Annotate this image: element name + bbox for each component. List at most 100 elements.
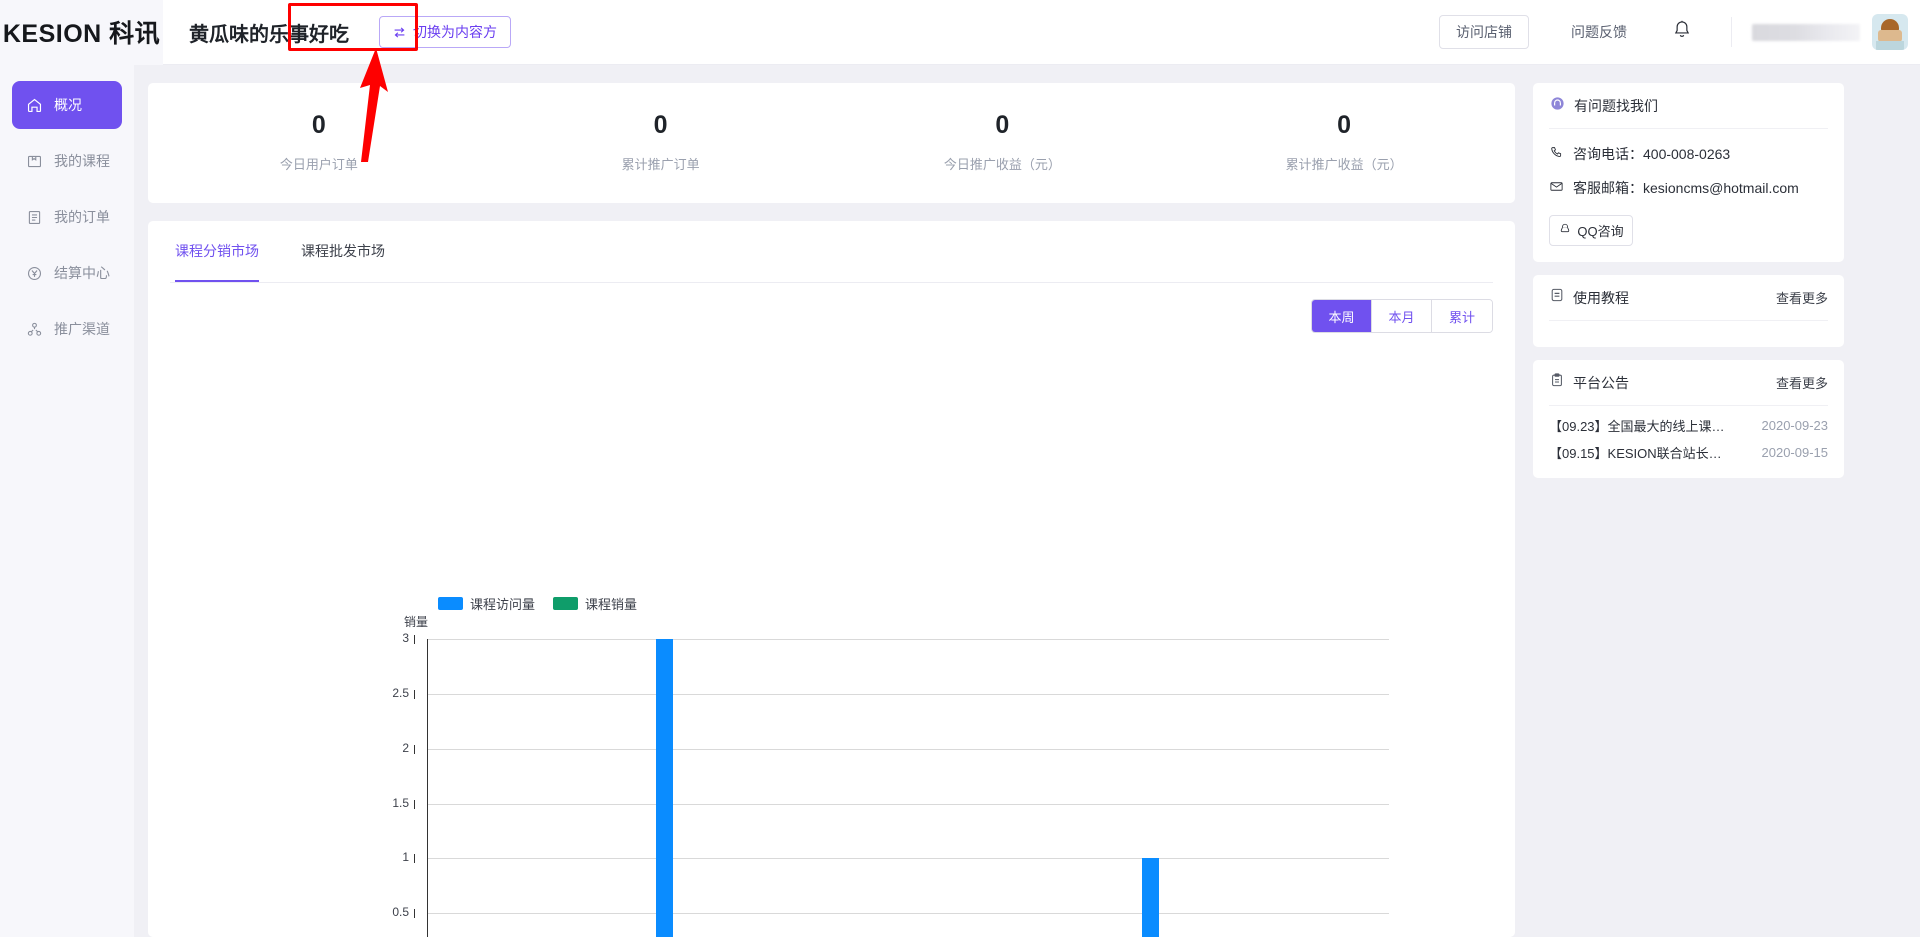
logo[interactable]: KESION 科讯 [0, 0, 163, 65]
qq-consult-button[interactable]: QQ咨询 [1549, 215, 1633, 246]
header-divider [1731, 17, 1732, 47]
notice-list: 【09.23】全国最大的线上课程... 2020-09-23 【09.15】KE… [1549, 406, 1828, 478]
sidebar-label-my-courses: 我的课程 [54, 151, 110, 171]
range-total[interactable]: 累计 [1432, 300, 1492, 332]
stat-total-promo-orders: 0 累计推广订单 [490, 113, 832, 173]
order-list-icon [26, 209, 43, 226]
y-axis-tick [414, 745, 419, 754]
switch-button-label: 切换为内容方 [413, 22, 497, 42]
app-header: KESION 科讯 黄瓜味的乐事好吃 切换为内容方 访问店铺 问题反馈 [0, 0, 1920, 65]
contact-email-text: 客服邮箱：kesioncms@hotmail.com [1573, 178, 1799, 198]
sidebar-item-settlement[interactable]: 结算中心 [12, 249, 122, 297]
notice-title: 【09.15】KESION联合站长之... [1549, 443, 1731, 462]
range-this-month[interactable]: 本月 [1372, 300, 1432, 332]
tutorial-panel-header: 使用教程 查看更多 [1549, 275, 1828, 321]
help-panel-title: 有问题找我们 [1574, 96, 1658, 116]
market-chart-card: 课程分销市场 课程批发市场 本周 本月 累计 课程访问量 课程销量 销量 [148, 221, 1515, 937]
stats-card: 0 今日用户订单 0 累计推广订单 0 今日推广收益（元） 0 累计推广收益（元… [148, 83, 1515, 203]
sidebar-label-overview: 概况 [54, 95, 82, 115]
avatar[interactable] [1872, 14, 1908, 50]
legend-swatch-visits [438, 597, 463, 610]
y-axis-tick-label: 2 [402, 741, 409, 755]
feedback-link[interactable]: 问题反馈 [1571, 22, 1627, 42]
gridline-row: 2.5 [414, 694, 1389, 695]
gridline [427, 858, 1389, 859]
legend-item-sales[interactable]: 课程销量 [553, 594, 637, 613]
stat-label: 累计推广订单 [622, 154, 700, 173]
tutorial-panel-title: 使用教程 [1573, 288, 1629, 308]
avatar-foot [1876, 41, 1904, 50]
y-axis-tick [414, 635, 419, 644]
notice-view-more-link[interactable]: 查看更多 [1776, 373, 1828, 392]
visit-shop-button[interactable]: 访问店铺 [1439, 15, 1529, 49]
shop-title: 黄瓜味的乐事好吃 [189, 18, 349, 47]
notice-title: 【09.23】全国最大的线上课程... [1549, 416, 1731, 435]
gridline-row: 3 [414, 639, 1389, 640]
gridline-row: 1.5 [414, 804, 1389, 805]
stat-total-promo-income: 0 累计推广收益（元） [1173, 113, 1515, 173]
range-this-week[interactable]: 本周 [1312, 300, 1372, 332]
qq-penguin-icon [1558, 222, 1572, 239]
y-axis-tick-label: 2.5 [392, 686, 409, 700]
headset-icon [1549, 95, 1566, 117]
header-actions: 访问店铺 问题反馈 [1439, 0, 1920, 65]
stat-value: 0 [995, 113, 1009, 138]
bar-chart-plot: 销量 00.511.522.53 [148, 613, 1515, 937]
sidebar-item-my-orders[interactable]: 我的订单 [12, 193, 122, 241]
visit-shop-label: 访问店铺 [1456, 22, 1512, 42]
user-menu[interactable] [1752, 14, 1908, 50]
stat-label: 今日用户订单 [280, 154, 358, 173]
envelope-icon [1549, 179, 1564, 197]
sidebar-item-my-courses[interactable]: 我的课程 [12, 137, 122, 185]
y-axis-line [427, 639, 428, 937]
y-axis-tick [414, 690, 419, 699]
notice-item[interactable]: 【09.23】全国最大的线上课程... 2020-09-23 [1549, 412, 1828, 439]
notice-item[interactable]: 【09.15】KESION联合站长之... 2020-09-15 [1549, 439, 1828, 466]
username-redacted [1752, 24, 1860, 41]
stat-value: 0 [1337, 113, 1351, 138]
legend-item-visits[interactable]: 课程访问量 [438, 594, 535, 613]
help-panel-header: 有问题找我们 [1549, 83, 1828, 129]
notice-date: 2020-09-15 [1762, 445, 1829, 460]
sidebar: 概况 我的课程 我的订单 结算中心 [0, 65, 134, 937]
sidebar-item-promotion-channel[interactable]: 推广渠道 [12, 305, 122, 353]
sidebar-label-settlement: 结算中心 [54, 263, 110, 283]
notice-panel-title: 平台公告 [1573, 373, 1629, 393]
contact-email-row: 客服邮箱：kesioncms@hotmail.com [1549, 171, 1828, 205]
help-panel-body: 咨询电话：400-008-0263 客服邮箱：kesioncms@hotmail… [1549, 129, 1828, 246]
gridline-row: 2 [414, 749, 1389, 750]
tab-wholesale-market[interactable]: 课程批发市场 [301, 221, 385, 282]
stat-today-user-orders: 0 今日用户订单 [148, 113, 490, 173]
right-column: 有问题找我们 咨询电话：400-008-0263 [1533, 83, 1844, 937]
course-icon [26, 153, 43, 170]
chart-bar[interactable] [1142, 858, 1159, 937]
market-tabs: 课程分销市场 课程批发市场 [170, 221, 1493, 283]
gridline [427, 913, 1389, 914]
stat-label: 今日推广收益（元） [944, 154, 1061, 173]
y-axis-tick-label: 3 [402, 631, 409, 645]
sidebar-item-overview[interactable]: 概况 [12, 81, 122, 129]
gridline [427, 804, 1389, 805]
help-panel: 有问题找我们 咨询电话：400-008-0263 [1533, 83, 1844, 262]
y-axis-title: 销量 [404, 613, 428, 630]
clipboard-icon [1549, 372, 1565, 393]
notice-panel: 平台公告 查看更多 【09.23】全国最大的线上课程... 2020-09-23… [1533, 360, 1844, 478]
gridline [427, 749, 1389, 750]
main-content: 0 今日用户订单 0 累计推广订单 0 今日推广收益（元） 0 累计推广收益（元… [134, 65, 1920, 937]
stat-today-promo-income: 0 今日推广收益（元） [832, 113, 1174, 173]
notice-date: 2020-09-23 [1762, 418, 1829, 433]
switch-to-content-side-button[interactable]: 切换为内容方 [379, 16, 511, 48]
tutorial-panel: 使用教程 查看更多 [1533, 275, 1844, 347]
gridline [427, 694, 1389, 695]
sidebar-label-my-orders: 我的订单 [54, 207, 110, 227]
notice-panel-header: 平台公告 查看更多 [1549, 360, 1828, 406]
tutorial-view-more-link[interactable]: 查看更多 [1776, 288, 1828, 307]
legend-label-sales: 课程销量 [585, 594, 637, 613]
bell-icon [1671, 19, 1693, 46]
gridline [427, 639, 1389, 640]
gridline-row: 0.5 [414, 913, 1389, 914]
tab-distribution-market[interactable]: 课程分销市场 [175, 221, 259, 282]
chart-bar[interactable] [656, 639, 673, 937]
y-axis-tick [414, 854, 419, 863]
notifications-button[interactable] [1671, 19, 1693, 46]
